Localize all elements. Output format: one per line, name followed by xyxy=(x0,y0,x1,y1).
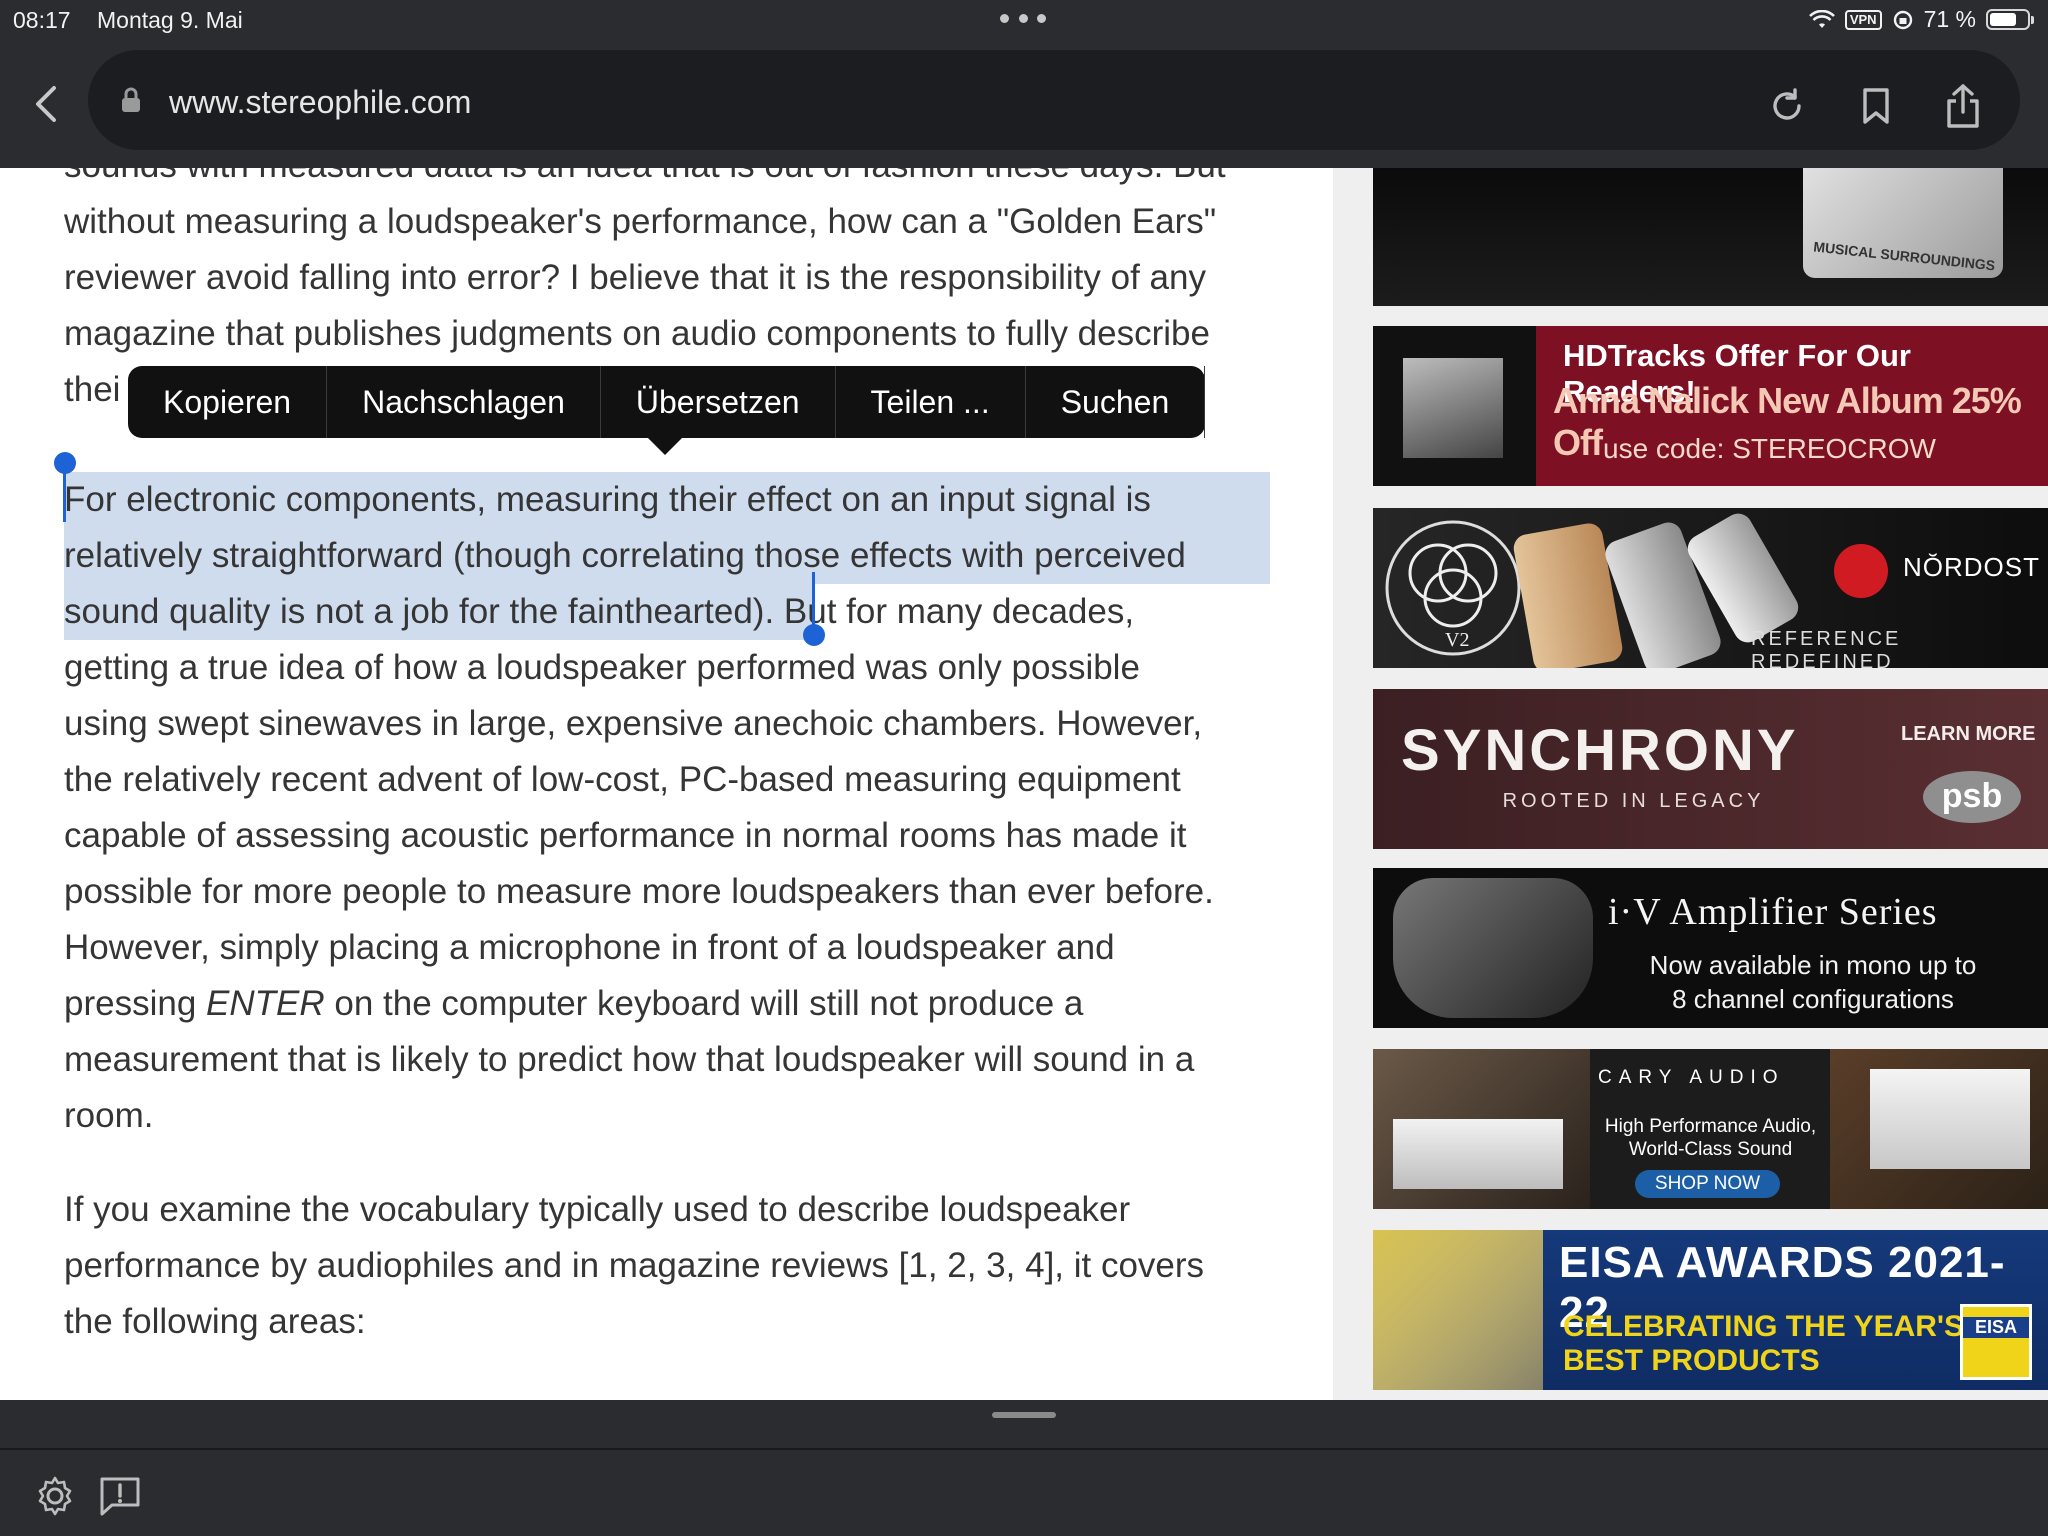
text-line: measurement that is likely to predict ho… xyxy=(64,1040,1195,1079)
menu-copy[interactable]: Kopieren xyxy=(128,366,328,438)
ad-sidebar: MUSICAL SURROUNDINGS HDTracks Offer For … xyxy=(1333,168,2048,1400)
ad-hdtracks[interactable]: HDTracks Offer For Our Readers! Anna Nal… xyxy=(1373,326,2048,486)
selection-end-handle[interactable] xyxy=(812,572,815,630)
text-selection-menu: Kopieren Nachschlagen Übersetzen Teilen … xyxy=(128,366,1206,455)
psb-logo: psb xyxy=(1923,771,2021,823)
text-line: pressing ENTER on the computer keyboard … xyxy=(64,984,1084,1023)
ad-eisa-awards[interactable]: EISA AWARDS 2021-22 CELEBRATING THE YEAR… xyxy=(1373,1230,2048,1390)
text-line: possible for more people to measure more… xyxy=(64,872,1214,911)
menu-look-up[interactable]: Nachschlagen xyxy=(327,366,601,438)
ad-cary-audio[interactable]: CARY AUDIO High Performance Audio, World… xyxy=(1373,1049,2048,1209)
text-line: performance by audiophiles and in magazi… xyxy=(64,1246,1205,1285)
v2-rings-logo: V2 xyxy=(1385,520,1521,656)
product-image xyxy=(1373,1049,1590,1209)
share-icon xyxy=(1947,84,1979,128)
ad-subtitle: ROOTED IN LEGACY xyxy=(1502,790,1765,812)
selection-start-knob[interactable] xyxy=(54,452,76,474)
back-button[interactable] xyxy=(26,74,66,134)
share-button[interactable] xyxy=(1941,84,1985,128)
bookmark-icon xyxy=(1863,88,1889,124)
selection-end-knob[interactable] xyxy=(803,624,825,646)
bottom-sheet xyxy=(0,1400,2048,1536)
text-line: If you examine the vocabulary typically … xyxy=(64,1190,1131,1229)
divider xyxy=(0,1448,2048,1450)
sheet-drag-handle[interactable] xyxy=(992,1412,1056,1418)
settings-button[interactable] xyxy=(31,1472,79,1520)
text-line: capable of assessing acoustic performanc… xyxy=(64,816,1187,855)
text-line: getting a true idea of how a loudspeaker… xyxy=(64,648,1140,687)
eisa-badge-logo: EISA xyxy=(1960,1304,2032,1380)
cable-image xyxy=(1511,521,1625,668)
back-arrow-icon xyxy=(36,86,56,122)
selected-text-line[interactable]: For electronic components, measuring the… xyxy=(64,472,1284,528)
product-image: MUSICAL SURROUNDINGS xyxy=(1803,168,2003,278)
wifi-icon xyxy=(1808,9,1835,28)
battery-percentage: 71 % xyxy=(1923,6,1976,32)
text-line: room. xyxy=(64,1096,154,1135)
multitasking-dots-icon[interactable] xyxy=(1000,14,1046,24)
text-line: sounds with measured data is an idea tha… xyxy=(64,168,1284,194)
vpn-badge: VPN xyxy=(1844,9,1882,30)
address-bar[interactable]: www.stereophile.com xyxy=(88,50,2020,150)
svg-text:V2: V2 xyxy=(1445,629,1469,651)
browser-toolbar: www.stereophile.com xyxy=(0,40,2048,168)
text-line: the relatively recent advent of low-cost… xyxy=(64,760,1181,799)
paragraph-2[interactable]: For electronic components, measuring the… xyxy=(64,472,1284,1144)
award-image xyxy=(1373,1230,1543,1390)
orientation-lock-icon xyxy=(1893,10,1912,29)
ad-psb-synchrony[interactable]: SYNCHRONY ROOTED IN LEGACY LEARN MORE ps… xyxy=(1373,689,2048,849)
ad-description: CELEBRATING THE YEAR'S BEST PRODUCTS xyxy=(1563,1310,1965,1377)
text-line: the following areas: xyxy=(64,1302,366,1341)
ad-brand: CARY AUDIO xyxy=(1598,1067,1785,1088)
bookmark-button[interactable] xyxy=(1854,84,1898,128)
learn-more-link[interactable]: LEARN MORE xyxy=(1901,723,2035,746)
ad-brand: NŎRDOST xyxy=(1903,552,2040,582)
settings-gear-icon xyxy=(38,1476,72,1516)
shop-now-button[interactable]: SHOP NOW xyxy=(1635,1170,1780,1198)
status-bar: 08:17 Montag 9. Mai VPN 71 % xyxy=(0,0,2048,40)
lock-icon xyxy=(122,87,140,112)
nordost-logo-icon xyxy=(1834,544,1888,598)
ad-title: i·V Amplifier Series xyxy=(1608,891,1938,933)
text-line: However, simply placing a microphone in … xyxy=(64,928,1115,967)
enter-keyword: ENTER xyxy=(206,984,325,1023)
menu-translate[interactable]: Übersetzen xyxy=(601,366,836,438)
ad-tagline: REFERENCE REDEFINED xyxy=(1751,628,1902,668)
menu-share[interactable]: Teilen ... xyxy=(836,366,1026,438)
reload-button[interactable] xyxy=(1765,84,1809,128)
article-content: sounds with measured data is an idea tha… xyxy=(0,168,1333,1400)
album-cover-image xyxy=(1373,326,1536,486)
text-line: without measuring a loudspeaker's perfor… xyxy=(64,202,1217,241)
text-line: magazine that publishes judgments on aud… xyxy=(64,314,1210,353)
text-line: But for many decades, xyxy=(774,592,1135,631)
paragraph-3: If you examine the vocabulary typically … xyxy=(64,1182,1284,1350)
menu-pointer-arrow xyxy=(647,437,683,455)
battery-icon xyxy=(1986,9,2034,30)
text-line: reviewer avoid falling into error? I bel… xyxy=(64,258,1206,297)
status-indicators: VPN 71 % xyxy=(1808,6,2034,33)
text-line: using swept sinewaves in large, expensiv… xyxy=(64,704,1203,743)
menu-search[interactable]: Suchen xyxy=(1026,366,1206,438)
ad-description: Now available in mono up to 8 channel co… xyxy=(1649,950,1977,1014)
status-time: 08:17 xyxy=(13,7,71,33)
feedback-icon xyxy=(100,1477,140,1516)
ad-title: SYNCHRONY xyxy=(1401,718,1799,783)
ad-nordost[interactable]: V2 NŎRDOST REFERENCE REDEFINED xyxy=(1373,508,2048,668)
selected-text-line[interactable]: sound quality is not a job for the faint… xyxy=(64,592,774,631)
selected-text-line[interactable]: relatively straightforward (though corre… xyxy=(64,528,1284,584)
status-date: Montag 9. Mai xyxy=(97,7,243,33)
reload-icon xyxy=(1773,88,1801,120)
product-image xyxy=(1830,1049,2048,1209)
url-text[interactable]: www.stereophile.com xyxy=(169,84,471,121)
ad-promo-code: use code: STEREOCROW xyxy=(1603,433,1936,464)
amplifier-image xyxy=(1393,878,1593,1018)
ad-description: High Performance Audio, World-Class Soun… xyxy=(1604,1116,1817,1160)
ad-musical-surroundings[interactable]: MUSICAL SURROUNDINGS xyxy=(1373,168,2048,306)
feedback-button[interactable] xyxy=(96,1472,144,1520)
ad-iv-amplifier[interactable]: i·V Amplifier Series Now available in mo… xyxy=(1373,868,2048,1028)
